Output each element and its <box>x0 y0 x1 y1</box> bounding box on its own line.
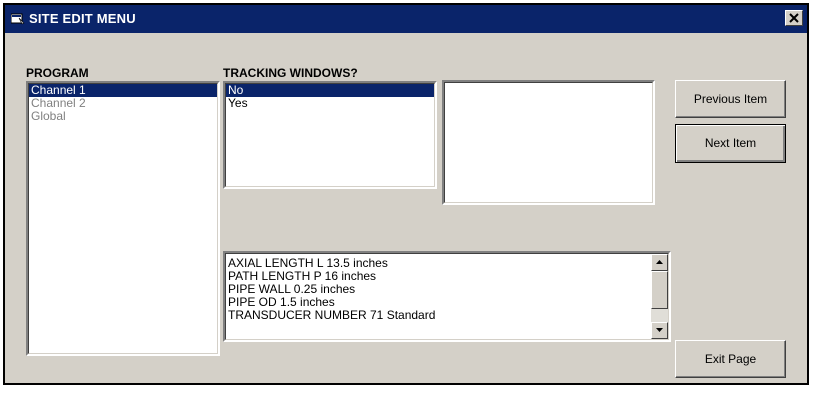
program-label: PROGRAM <box>26 66 89 80</box>
next-item-button[interactable]: Next Item <box>675 124 786 163</box>
exit-page-button[interactable]: Exit Page <box>675 340 786 378</box>
scroll-up-button[interactable] <box>651 254 668 271</box>
window-title: SITE EDIT MENU <box>29 11 136 26</box>
program-list-inner: Channel 1 Channel 2 Global <box>28 83 218 354</box>
previous-item-label: Previous Item <box>693 92 768 106</box>
next-item-label: Next Item <box>704 136 757 150</box>
summary-scrollbar[interactable] <box>651 254 668 339</box>
close-icon <box>789 13 799 23</box>
value-box[interactable] <box>442 80 655 205</box>
tracking-item-no[interactable]: No <box>226 84 434 97</box>
summary-lines: AXIAL LENGTH L 13.5 inches PATH LENGTH P… <box>226 257 650 322</box>
exit-page-label: Exit Page <box>704 352 757 366</box>
tracking-list-inner: No Yes <box>225 83 435 187</box>
parameter-summary-inner: AXIAL LENGTH L 13.5 inches PATH LENGTH P… <box>225 253 669 340</box>
scroll-down-button[interactable] <box>651 322 668 339</box>
value-box-inner <box>444 82 653 203</box>
arrow-up-icon <box>656 260 663 264</box>
tracking-item-yes[interactable]: Yes <box>226 97 434 110</box>
arrow-down-icon <box>656 328 663 332</box>
title-bar[interactable]: SITE EDIT MENU <box>5 5 807 33</box>
tracking-list[interactable]: No Yes <box>223 81 437 189</box>
program-item-global[interactable]: Global <box>29 110 217 123</box>
tracking-label: TRACKING WINDOWS? <box>223 66 358 80</box>
previous-item-button[interactable]: Previous Item <box>675 80 786 118</box>
site-edit-window: SITE EDIT MENU PROGRAM Channel 1 Channel… <box>3 3 809 385</box>
app-icon <box>11 13 25 25</box>
parameter-summary-list[interactable]: AXIAL LENGTH L 13.5 inches PATH LENGTH P… <box>223 251 671 342</box>
close-button[interactable] <box>785 10 803 26</box>
program-list[interactable]: Channel 1 Channel 2 Global <box>26 81 220 356</box>
scroll-thumb[interactable] <box>651 271 668 309</box>
summary-line-transducer-number: TRANSDUCER NUMBER 71 Standard <box>228 308 436 322</box>
